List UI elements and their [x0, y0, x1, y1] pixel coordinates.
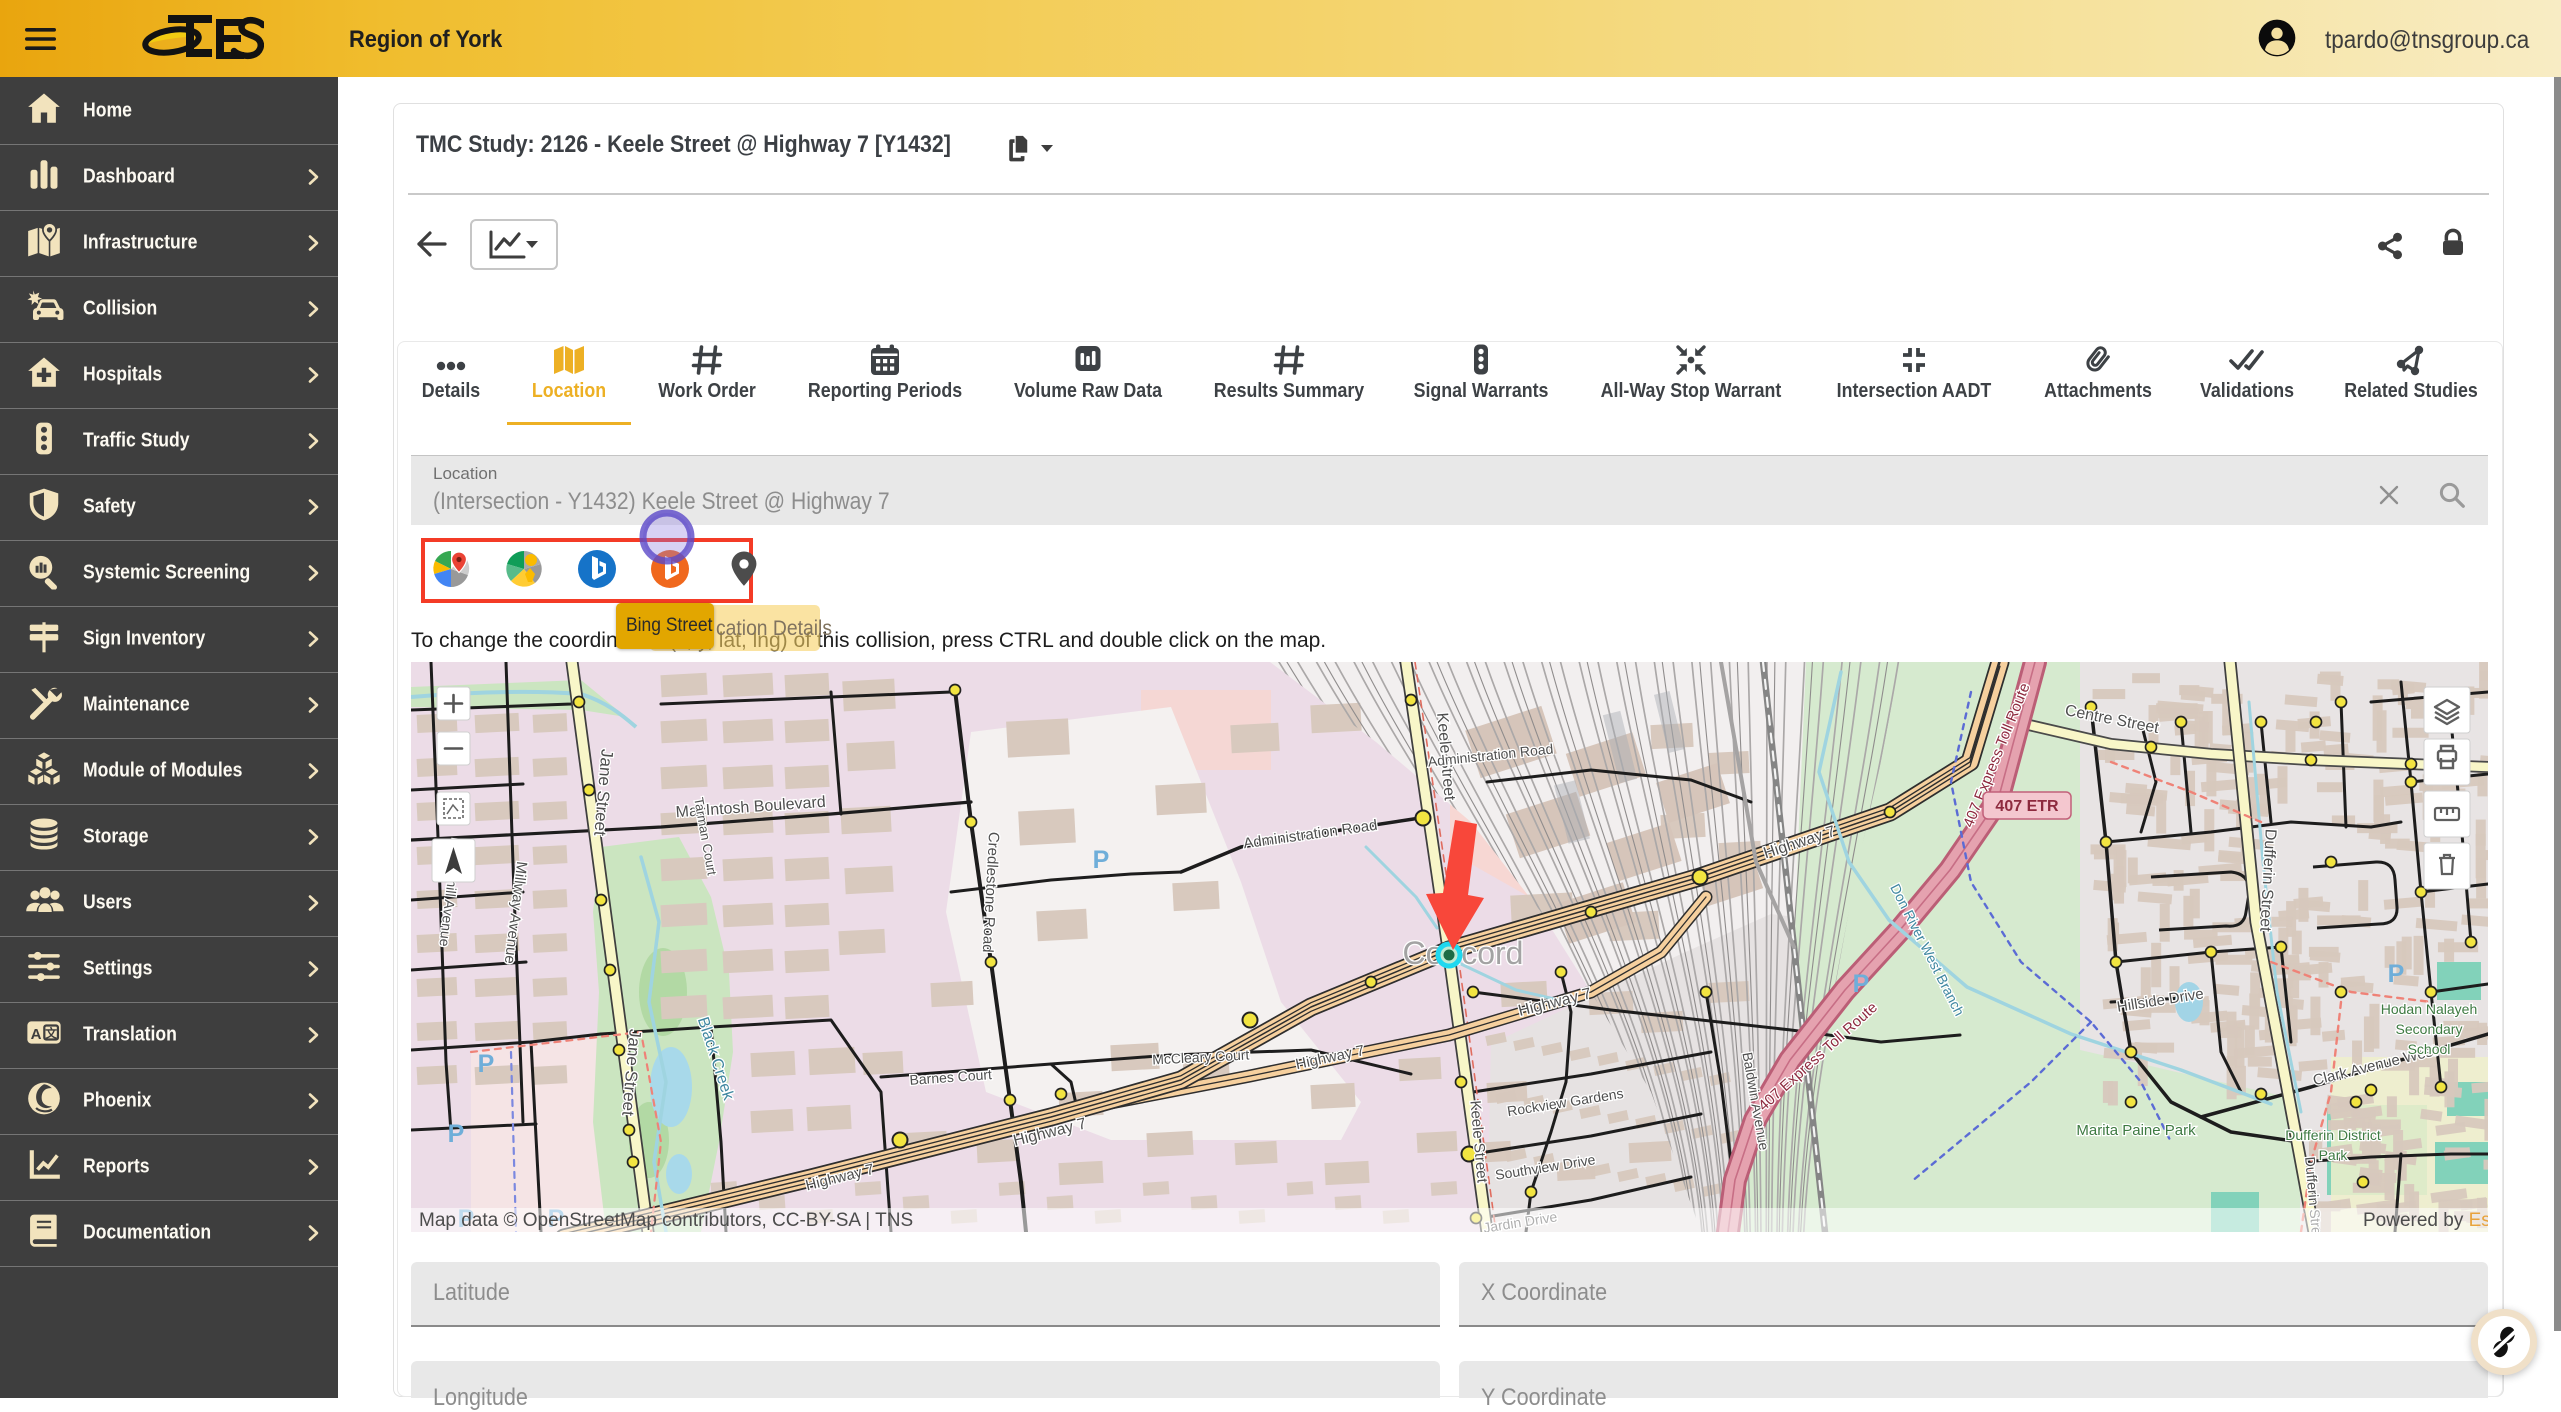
svg-text:P: P: [448, 1120, 465, 1148]
svg-text:P: P: [1853, 970, 1870, 998]
svg-text:Map data © OpenStreetMap contr: Map data © OpenStreetMap contributors, C…: [419, 1210, 913, 1231]
svg-text:P: P: [2388, 960, 2405, 988]
svg-text:Marita Paine Park: Marita Paine Park: [2076, 1122, 2196, 1139]
svg-text:A: A: [31, 1026, 42, 1043]
svg-text:Concord: Concord: [1403, 935, 1524, 971]
svg-text:407 ETR: 407 ETR: [1995, 798, 2059, 815]
svg-text:Powered by Esri: Powered by Esri: [2363, 1210, 2488, 1231]
svg-text:P: P: [478, 1050, 495, 1078]
svg-text:文: 文: [45, 1026, 57, 1040]
svg-text:Dufferin District: Dufferin District: [2285, 1127, 2381, 1143]
svg-text:Hodan Nalayeh: Hodan Nalayeh: [2381, 1001, 2478, 1017]
svg-text:Park: Park: [2319, 1147, 2349, 1163]
svg-text:Secondary: Secondary: [2396, 1021, 2463, 1037]
svg-text:School: School: [2408, 1041, 2451, 1057]
svg-text:P: P: [1093, 846, 1110, 874]
